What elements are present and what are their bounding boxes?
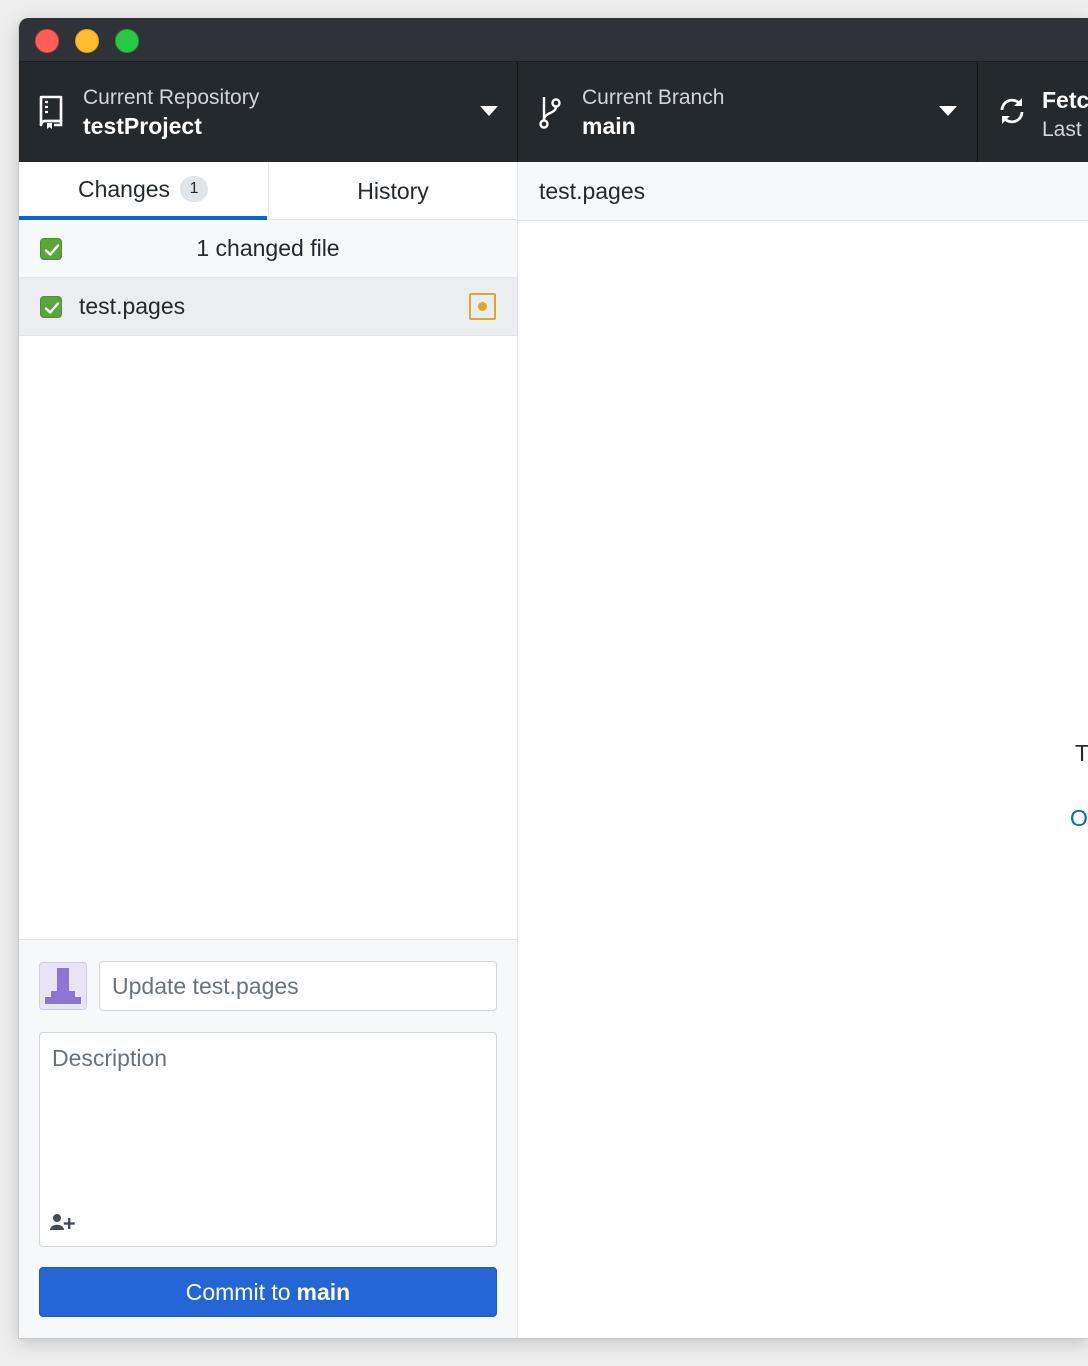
file-name: test.pages [79,293,186,319]
tab-history[interactable]: History [268,162,517,220]
sidebar-tabs: Changes 1 History [19,162,517,220]
sidebar: Changes 1 History 1 changed file test.pa… [19,162,518,1338]
commit-button-branch: main [296,1278,351,1305]
chevron-down-icon [480,106,498,116]
diff-file-title: test.pages [539,178,646,204]
diff-panel: test.pages T O [518,162,1088,1338]
checkmark-icon [44,302,60,314]
repository-label: Current Repository [83,86,260,109]
repository-name: testProject [83,113,202,139]
close-window-button[interactable] [35,29,59,53]
fetch-last-label: Last [1042,118,1082,141]
repo-book-icon [39,95,63,129]
file-include-checkbox[interactable] [40,296,62,318]
person-add-icon[interactable] [50,1213,76,1231]
branch-name: main [582,113,636,139]
branch-label: Current Branch [582,86,725,109]
binary-file-message: T [1075,740,1088,766]
file-list-item[interactable]: test.pages [19,278,517,336]
chevron-down-icon [939,106,957,116]
commit-button[interactable]: Commit to main [39,1267,497,1317]
toolbar: Current Repository testProject Current B… [19,62,1088,162]
commit-description-input[interactable] [40,1033,496,1203]
fetch-origin-button[interactable]: Fetc Last [978,62,1088,162]
commit-button-prefix: Commit to [185,1278,291,1305]
tab-changes[interactable]: Changes 1 [19,162,267,220]
diff-header: test.pages [518,162,1088,221]
avatar [39,962,87,1010]
git-branch-icon [539,97,561,129]
sync-icon [1000,98,1024,124]
identicon-icon [45,968,81,1004]
zoom-window-button[interactable] [115,29,139,53]
file-modified-icon [469,293,496,320]
changes-count-badge: 1 [180,176,209,202]
tab-history-label: History [357,177,429,204]
app-window: Current Repository testProject Current B… [18,18,1088,1339]
title-bar [19,18,1088,62]
commit-summary-input[interactable] [99,961,497,1011]
tab-changes-label: Changes [77,175,171,202]
current-branch-dropdown[interactable]: Current Branch main [518,62,978,162]
commit-message-area: Commit to main [19,939,517,1338]
commit-description-box [39,1032,497,1247]
changed-files-header: 1 changed file [19,220,517,278]
open-file-link[interactable]: O [1070,805,1088,832]
fetch-title: Fetc [1042,87,1088,113]
minimize-window-button[interactable] [75,29,99,53]
changed-files-count: 1 changed file [196,235,340,261]
current-repository-dropdown[interactable]: Current Repository testProject [19,62,518,162]
